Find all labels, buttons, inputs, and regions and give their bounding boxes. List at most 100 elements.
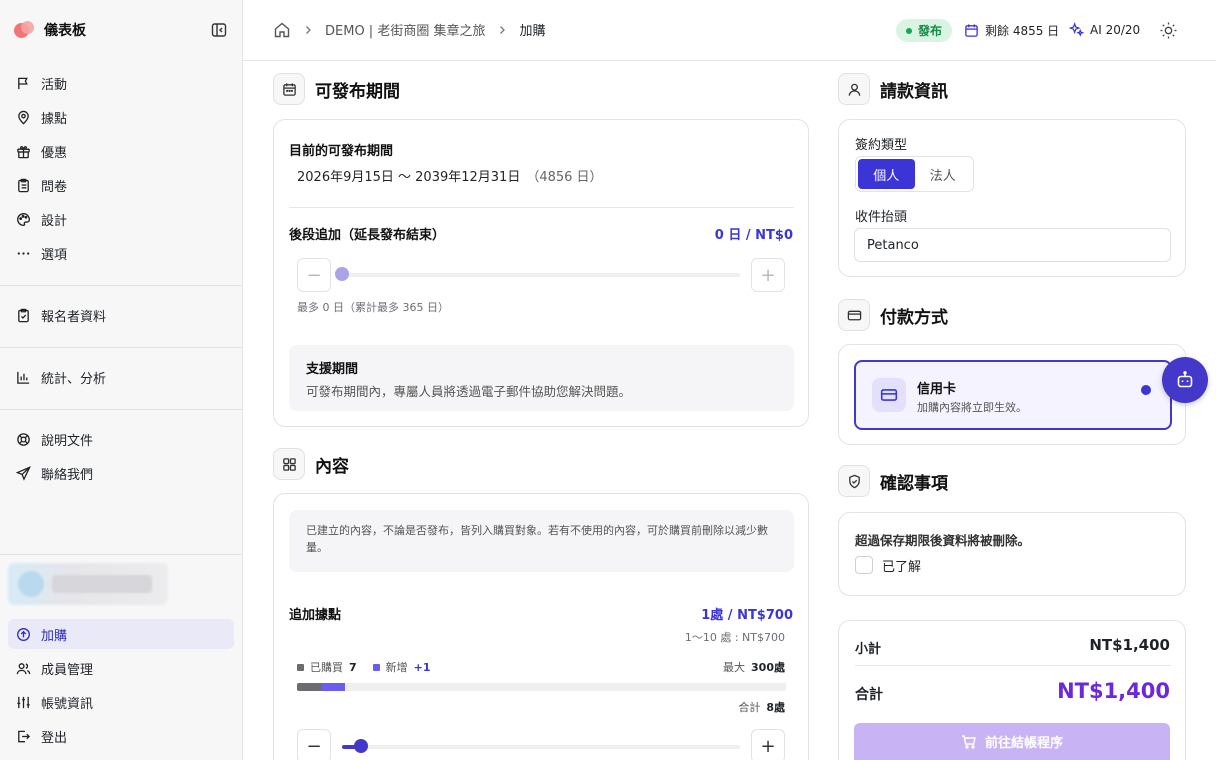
assistant-fab[interactable] (1162, 357, 1208, 403)
legend-new-label: 新增 (385, 661, 408, 674)
section-title: 請款資訊 (880, 81, 948, 102)
arrow-up-circle-icon (17, 627, 30, 641)
breadcrumb-project[interactable]: DEMO | 老街商圈 集章之旅 (325, 20, 485, 39)
status-badge[interactable]: 發布 (896, 19, 953, 42)
payment-option-title: 信用卡 (917, 382, 957, 397)
checkout-button[interactable]: 前往結帳程序 (854, 723, 1170, 760)
current-period-range: 2026年9月15日 〜 2039年12月31日 (297, 170, 521, 185)
spots-decrement-button[interactable]: − (297, 729, 331, 760)
extend-hint: 最多 0 日（累計最多 365 日） (297, 301, 449, 314)
sidebar-item-offers[interactable]: 優惠 (8, 136, 234, 166)
payment-section-header: 付款方式 (838, 299, 948, 331)
sidebar-item-spots[interactable]: 據點 (8, 102, 234, 132)
sidebar-item-stats[interactable]: 統計、分析 (8, 362, 234, 392)
legend-purchased-label: 已購買 (310, 661, 343, 674)
add-spots-label: 追加據點 (289, 608, 342, 623)
usage-total-label: 合計 (738, 701, 761, 714)
sidebar-item-docs[interactable]: 說明文件 (8, 424, 234, 454)
current-period: 2026年9月15日 〜 2039年12月31日 （4856 日） (297, 166, 603, 185)
current-period-days: （4856 日） (526, 170, 603, 185)
subtotal-value: NT$1,400 (1089, 636, 1170, 654)
payment-option-radio[interactable] (1141, 385, 1151, 395)
confirm-card: 超過保存期限後資料將被刪除。 已了解 (838, 512, 1186, 596)
legend-swatch-purchased (297, 663, 304, 671)
contract-type-individual[interactable]: 個人 (858, 159, 915, 189)
extend-slider-handle[interactable] (335, 267, 349, 281)
support-box: 支援期間 可發布期間內，專屬人員將透過電子郵件協助您解決問題。 (289, 345, 794, 411)
bar-chart-icon (17, 371, 30, 384)
extend-decrement-button[interactable]: − (297, 258, 331, 292)
usage-total-value: 8處 (766, 701, 785, 714)
sidebar-item-account[interactable]: 帳號資訊 (8, 687, 234, 717)
logout-icon (18, 730, 31, 742)
usage-max-value: 300處 (751, 661, 785, 674)
payment-card: 信用卡 加購內容將立即生效。 (838, 344, 1186, 445)
confirm-checkbox-label[interactable]: 已了解 (882, 556, 921, 575)
sidebar-collapse-icon[interactable] (211, 22, 227, 38)
confirm-checkbox[interactable] (855, 556, 873, 574)
sidebar-item-design[interactable]: 設計 (8, 204, 234, 234)
brand[interactable]: 儀表板 (14, 18, 86, 42)
status-label: 發布 (918, 24, 943, 38)
send-icon (16, 465, 31, 481)
section-title: 付款方式 (880, 307, 948, 328)
ai-credits-label: AI 20/20 (1090, 22, 1141, 37)
sidebar-item-label: 優惠 (41, 145, 68, 161)
section-title: 內容 (315, 456, 349, 477)
home-icon[interactable] (273, 21, 291, 39)
extend-slider-track[interactable] (342, 273, 740, 277)
sliders-icon (17, 696, 30, 708)
sun-icon[interactable] (1159, 21, 1178, 40)
content-notice-text: 已建立的內容，不論是否發布，皆列入購買對象。若有不使用的內容，可於購買前刪除以減… (306, 524, 768, 554)
content-section-header: 內容 (273, 448, 349, 480)
sparkles-icon (1069, 22, 1084, 37)
spots-slider-handle[interactable] (354, 739, 368, 753)
brand-logo (14, 19, 36, 41)
confirm-warning: 超過保存期限後資料將被刪除。 (855, 533, 1031, 548)
spots-increment-button[interactable]: + (751, 729, 785, 760)
divider (855, 665, 1171, 666)
checkout-label: 前往結帳程序 (984, 736, 1063, 751)
sidebar-item-registrants[interactable]: 報名者資料 (8, 300, 234, 330)
legend-swatch-new (372, 663, 380, 671)
topbar: DEMO | 老街商圈 集章之旅 加購 發布 剩餘 4855 日 AI 20/2… (243, 0, 1216, 61)
add-spots-value: 1處 / NT$700 (701, 608, 793, 623)
spots-slider-track[interactable] (342, 745, 740, 749)
credit-card-icon (838, 299, 870, 331)
user-card[interactable] (8, 563, 168, 605)
contract-type-corporate[interactable]: 法人 (915, 159, 972, 189)
total-value: NT$1,400 (1057, 679, 1170, 703)
sidebar-item-members[interactable]: 成員管理 (8, 653, 234, 683)
period-card: 目前的可發布期間 2026年9月15日 〜 2039年12月31日 （4856 … (273, 119, 809, 427)
support-text: 可發布期間內，專屬人員將透過電子郵件協助您解決問題。 (306, 384, 632, 399)
extend-value: 0 日 / NT$0 (714, 228, 793, 243)
sidebar-item-label: 加購 (41, 628, 68, 644)
sidebar-item-survey[interactable]: 問卷 (8, 170, 234, 200)
breadcrumb: DEMO | 老街商圈 集章之旅 加購 (273, 20, 545, 39)
payment-option-credit-card[interactable]: 信用卡 加購內容將立即生效。 (854, 360, 1172, 430)
sidebar-item-label: 成員管理 (41, 662, 94, 678)
cart-icon (961, 734, 976, 749)
sidebar-item-label: 登出 (41, 730, 68, 746)
usage-bar-purchased (297, 683, 321, 691)
recipient-input[interactable]: Petanco (854, 228, 1171, 262)
sidebar-item-addon[interactable]: 加購 (8, 619, 234, 649)
calendar-icon (965, 24, 978, 37)
confirm-section-header: 確認事項 (838, 465, 948, 497)
brand-title: 儀表板 (44, 23, 86, 39)
billing-card: 簽約類型 個人 法人 收件抬頭 Petanco (838, 119, 1186, 277)
map-pin-icon (18, 110, 29, 124)
clipboard-list-icon (18, 178, 29, 192)
lifebuoy-icon (17, 432, 30, 446)
sidebar-item-options[interactable]: 選項 (8, 238, 234, 268)
gift-icon (17, 145, 30, 158)
user-icon (838, 73, 870, 105)
sidebar-item-logout[interactable]: 登出 (8, 721, 234, 751)
extend-increment-button[interactable]: + (751, 258, 785, 292)
sidebar-item-label: 活動 (41, 77, 68, 93)
clipboard-check-icon (18, 308, 29, 322)
breadcrumb-current: 加購 (519, 24, 546, 39)
sidebar-item-contact[interactable]: 聯絡我們 (8, 458, 234, 488)
sidebar-divider (0, 285, 242, 286)
sidebar-item-activity[interactable]: 活動 (8, 68, 234, 98)
